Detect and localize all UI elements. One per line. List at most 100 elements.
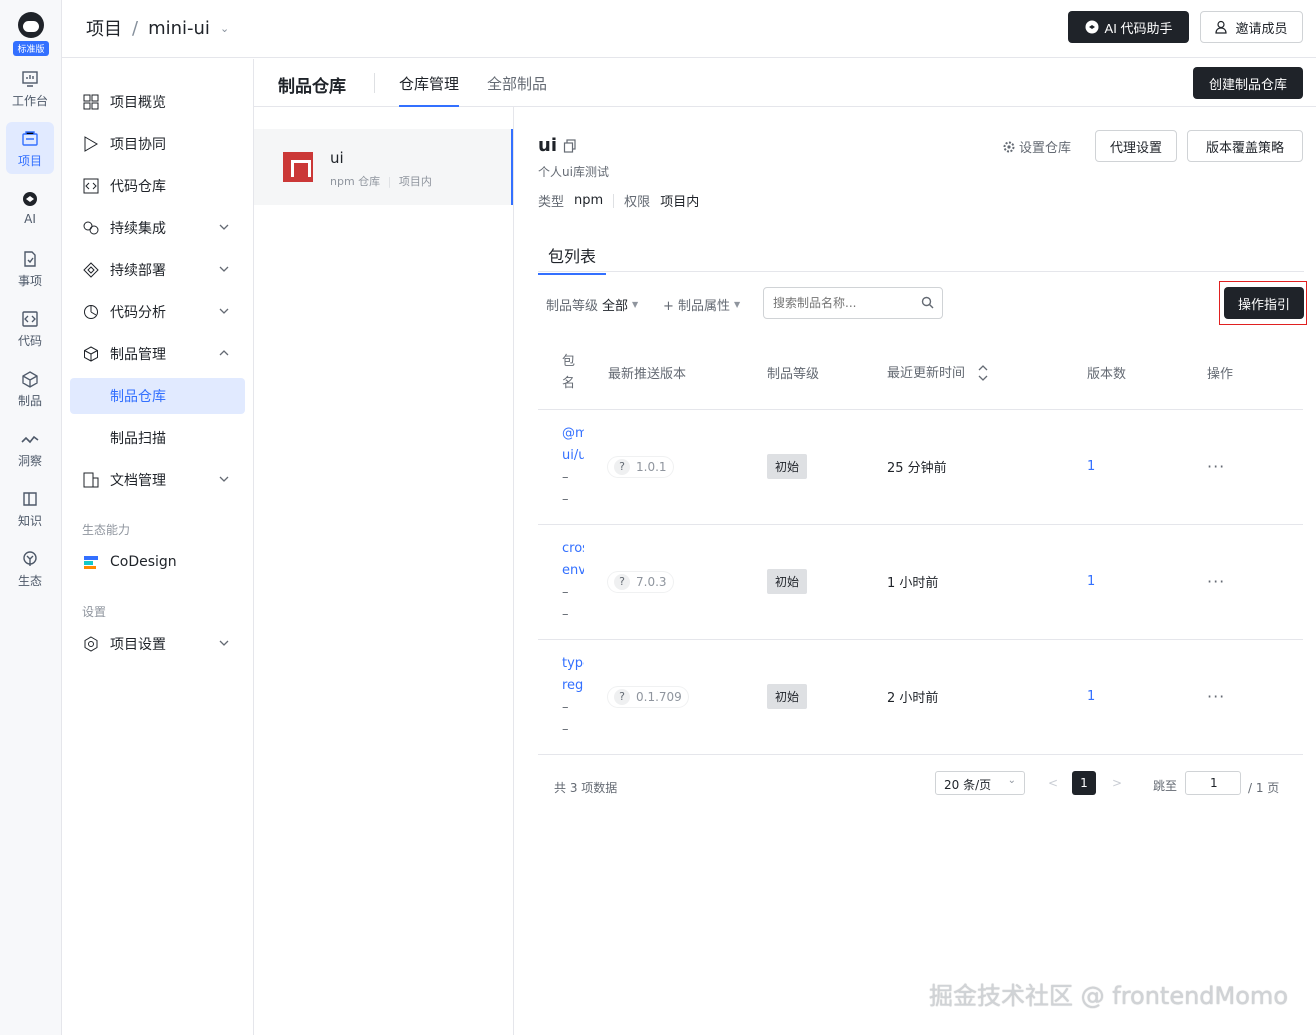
global-rail: 标准版 工作台 项目 AI 事项 代码 制品 洞察 知识 生态 — [0, 0, 62, 1035]
repo-card[interactable]: ui npm 仓库 | 项目内 — [254, 129, 513, 205]
repo-settings-link[interactable]: 设置仓库 — [1003, 137, 1071, 156]
rail-ai[interactable]: AI — [6, 182, 54, 234]
breadcrumb-separator: / — [132, 17, 139, 39]
column-header-updated[interactable]: 最近更新时间 — [887, 337, 1087, 410]
sidebar-item-analysis[interactable]: 代码分析 — [70, 294, 245, 330]
sidebar-item-settings[interactable]: 项目设置 — [70, 626, 245, 662]
sidebar-item-repo[interactable]: 代码仓库 — [70, 168, 245, 204]
chevron-down-icon[interactable] — [217, 220, 231, 234]
version-value: 1.0.1 — [636, 459, 667, 474]
page-size-value: 20 条/页 — [944, 778, 992, 792]
sidebar-item-artifact-mgmt[interactable]: 制品管理 — [70, 336, 245, 372]
sidebar-item-ci[interactable]: 持续集成 — [70, 210, 245, 246]
version-count-link[interactable]: 1 — [1087, 459, 1095, 474]
sidebar-item-label: 文档管理 — [110, 473, 166, 489]
sidebar-item-label: 项目设置 — [110, 637, 166, 653]
jump-input[interactable]: 1 — [1185, 771, 1241, 795]
attribute-filter[interactable]: + 制品属性 ▼ — [663, 295, 740, 314]
more-actions-icon[interactable]: ··· — [1207, 457, 1225, 476]
sidebar-item-label: 持续集成 — [110, 221, 166, 237]
settings-icon — [82, 635, 100, 653]
knowledge-icon — [23, 492, 37, 506]
rail-issue[interactable]: 事项 — [6, 242, 54, 294]
package-name-link[interactable]: crossenv–– — [562, 538, 584, 626]
guide-button[interactable]: 操作指引 — [1224, 287, 1304, 319]
column-header-count: 版本数 — [1087, 337, 1207, 410]
repo-list: ui npm 仓库 | 项目内 — [254, 107, 514, 1035]
version-count-link[interactable]: 1 — [1087, 574, 1095, 589]
level-filter[interactable]: 制品等级 全部 ▼ — [546, 295, 638, 314]
tab-all-artifacts[interactable]: 全部制品 — [487, 73, 547, 107]
column-header-updated-label: 最近更新时间 — [887, 365, 966, 381]
sidebar-item-cd[interactable]: 持续部署 — [70, 252, 245, 288]
repo-card-meta: npm 仓库 | 项目内 — [330, 175, 432, 188]
rail-project[interactable]: 项目 — [6, 122, 54, 174]
guide-highlight: 操作指引 — [1219, 281, 1307, 325]
copy-icon[interactable] — [563, 138, 577, 153]
sort-icon[interactable] — [977, 362, 989, 384]
ai-assistant-button[interactable]: AI 代码助手 — [1068, 11, 1189, 43]
rail-workbench[interactable]: 工作台 — [6, 62, 54, 114]
pagination: 共 3 项数据 20 条/页 ⌄ < 1 > 跳至 1 / 1 页 — [538, 771, 1304, 801]
rail-ecosystem[interactable]: 生态 — [6, 542, 54, 594]
more-actions-icon[interactable]: ··· — [1207, 572, 1225, 591]
create-repo-button[interactable]: 创建制品仓库 — [1193, 67, 1303, 99]
column-header-level: 制品等级 — [767, 337, 887, 410]
proxy-settings-button[interactable]: 代理设置 — [1095, 130, 1177, 162]
ci-icon — [82, 219, 100, 237]
rail-insight[interactable]: 洞察 — [6, 422, 54, 474]
sidebar-item-overview[interactable]: 项目概览 — [70, 84, 245, 120]
repo-title: ui — [538, 135, 577, 156]
search-box[interactable] — [763, 287, 943, 319]
version-policy-button[interactable]: 版本覆盖策略 — [1187, 130, 1303, 162]
project-icon — [22, 131, 38, 146]
package-name-link[interactable]: @miniui/ui–– — [562, 423, 584, 511]
app-logo[interactable]: 标准版 — [8, 10, 54, 58]
prev-page-button[interactable]: < — [1041, 771, 1065, 795]
version-tag: ? 0.1.709 — [608, 686, 688, 707]
sidebar-item-collab[interactable]: 项目协同 — [70, 126, 245, 162]
sidebar-item-label: 制品仓库 — [110, 389, 166, 405]
table-row[interactable]: typedreg–– ? 0.1.709 初始 2 小时前 1 ··· — [538, 639, 1303, 755]
column-header-version: 最新推送版本 — [608, 337, 767, 410]
search-input[interactable] — [764, 288, 914, 318]
breadcrumb-root[interactable]: 项目 — [86, 15, 122, 41]
table-row[interactable]: crossenv–– ? 7.0.3 初始 1 小时前 1 ··· — [538, 524, 1303, 640]
chevron-down-icon[interactable] — [217, 636, 231, 650]
next-page-button[interactable]: > — [1105, 771, 1129, 795]
perm-value: 项目内 — [660, 195, 700, 210]
doc-icon — [82, 471, 100, 489]
rail-artifact[interactable]: 制品 — [6, 362, 54, 414]
chevron-up-icon[interactable] — [217, 346, 231, 360]
chevron-down-icon[interactable]: ⌄ — [220, 22, 229, 35]
sidebar-group-eco: 生态能力 — [82, 523, 131, 537]
sidebar-item-docs[interactable]: 文档管理 — [70, 462, 245, 498]
sidebar-item-codesign[interactable]: CoDesign — [70, 544, 245, 580]
repo-scope: 项目内 — [398, 175, 432, 188]
sidebar-item-label: 代码仓库 — [110, 179, 166, 195]
project-switcher[interactable]: mini-ui — [148, 18, 210, 39]
page-size-select[interactable]: 20 条/页 ⌄ — [935, 771, 1025, 795]
rail-code[interactable]: 代码 — [6, 302, 54, 354]
watermark: 掘金技术社区 @ frontendMomo — [928, 982, 1288, 1010]
tab-repo-manage[interactable]: 仓库管理 — [399, 73, 460, 107]
version-count-link[interactable]: 1 — [1087, 689, 1095, 704]
chevron-down-icon[interactable] — [217, 304, 231, 318]
search-icon[interactable] — [921, 296, 934, 309]
level-filter-label: 制品等级 — [546, 299, 599, 314]
chevron-down-icon[interactable] — [217, 262, 231, 276]
invite-member-button[interactable]: 邀请成员 — [1200, 11, 1303, 43]
repo-properties: 类型 npm 权限 项目内 — [538, 191, 699, 210]
version-value: 7.0.3 — [636, 574, 667, 589]
sidebar-item-artifact-repo[interactable]: 制品仓库 — [70, 378, 245, 414]
type-value: npm — [574, 193, 604, 208]
version-tag: ? 1.0.1 — [608, 456, 673, 477]
sidebar-item-artifact-scan[interactable]: 制品扫描 — [70, 420, 245, 456]
page-1-button[interactable]: 1 — [1072, 771, 1096, 795]
package-name-link[interactable]: typedreg–– — [562, 653, 584, 741]
more-actions-icon[interactable]: ··· — [1207, 687, 1225, 706]
rail-knowledge[interactable]: 知识 — [6, 482, 54, 534]
total-pages: / 1 页 — [1248, 781, 1280, 795]
table-row[interactable]: @miniui/ui–– ? 1.0.1 初始 25 分钟前 1 ··· — [538, 409, 1303, 525]
chevron-down-icon[interactable] — [217, 472, 231, 486]
